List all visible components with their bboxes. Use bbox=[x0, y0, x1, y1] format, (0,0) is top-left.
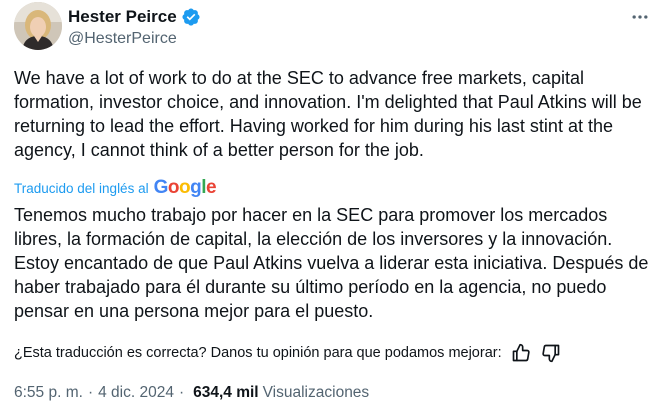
thumbs-down-icon[interactable] bbox=[540, 342, 562, 364]
more-dots bbox=[632, 15, 648, 19]
translated-text: Tenemos mucho trabajo por hacer en la SE… bbox=[14, 205, 649, 321]
thumbs-up-icon[interactable] bbox=[510, 342, 532, 364]
tweet-text: We have a lot of work to do at the SEC t… bbox=[14, 68, 642, 160]
separator: · bbox=[178, 384, 185, 401]
avatar-image bbox=[14, 2, 62, 50]
display-name[interactable]: Hester Peirce bbox=[68, 7, 177, 27]
views-count[interactable]: 634,4 mil bbox=[193, 384, 259, 402]
more-horizontal-icon[interactable] bbox=[626, 6, 654, 28]
author-handle[interactable]: @HesterPeirce bbox=[68, 30, 201, 48]
verified-badge-icon[interactable] bbox=[181, 7, 201, 27]
tweet-header: Hester Peirce @HesterPeirce bbox=[14, 0, 654, 54]
tweet-meta: 6:55 p. m. · 4 dic. 2024 · 634,4 mil Vis… bbox=[14, 382, 369, 404]
translation-attribution[interactable]: Traducido del inglés al Google bbox=[14, 177, 217, 199]
avatar[interactable] bbox=[14, 2, 62, 50]
tweet-time[interactable]: 6:55 p. m. bbox=[14, 384, 83, 402]
translation-feedback: ¿Esta traducción es correcta? Danos tu o… bbox=[14, 341, 654, 365]
separator: · bbox=[87, 384, 94, 401]
views-label: Visualizaciones bbox=[262, 384, 370, 401]
feedback-prompt: ¿Esta traducción es correcta? Danos tu o… bbox=[14, 345, 502, 361]
tweet-date[interactable]: 4 dic. 2024 bbox=[98, 384, 174, 402]
author-names: Hester Peirce @HesterPeirce bbox=[68, 6, 201, 48]
google-logo: Google bbox=[153, 177, 217, 198]
translation-label: Traducido del inglés al bbox=[14, 180, 149, 196]
